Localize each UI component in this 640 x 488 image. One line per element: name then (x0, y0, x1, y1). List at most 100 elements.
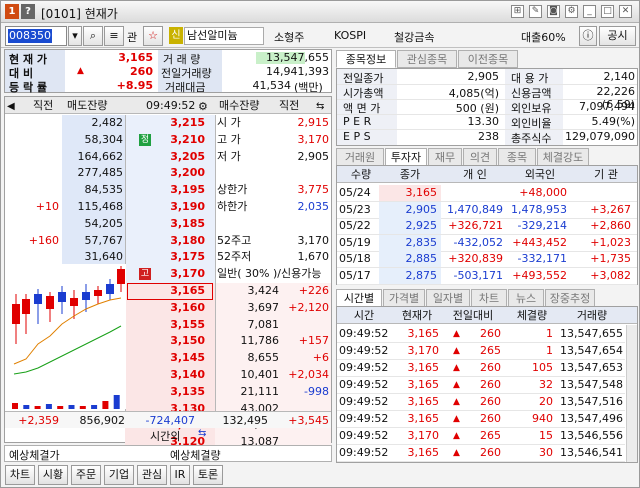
bottom-button-4[interactable]: 관심 (137, 465, 167, 485)
tab-daily-5[interactable]: 체결강도 (537, 148, 589, 166)
prev-icon[interactable]: ◀ (7, 98, 15, 115)
market-cap-class: 소형주 (274, 31, 305, 44)
bid-qty: 8,655 (247, 351, 280, 365)
settings-icon[interactable]: ⚙ (565, 5, 578, 18)
tab-tick-3[interactable]: 차트 (471, 289, 507, 307)
bid-price[interactable]: 3,140 (135, 367, 205, 383)
sell-qty-header: 매도잔량 (67, 99, 108, 112)
info-value-2: 7,097,494 (579, 100, 635, 113)
volume-bar (102, 401, 109, 409)
memo-icon[interactable]: ✎ (529, 5, 542, 18)
ask-price[interactable]: 3,185 (153, 216, 205, 232)
daily-individual: -432,052 (453, 235, 503, 249)
tick-volume: 13,547,655 (560, 327, 623, 340)
ask-change (5, 132, 59, 148)
stock-code-input[interactable]: 008350 (8, 29, 52, 43)
tab-daily-3[interactable]: 의견 (463, 148, 497, 166)
bid-change: +2,034 (288, 368, 329, 381)
maximize-icon[interactable]: □ (601, 5, 614, 18)
ask-price[interactable]: 3,170 (153, 266, 205, 282)
tab-daily-4[interactable]: 종목 (498, 148, 536, 166)
ask-change (5, 182, 59, 198)
credit-badge: 신 (169, 27, 183, 44)
ask-info-label: 52주고 (217, 233, 252, 247)
tab-daily-0[interactable]: 거래원 (336, 148, 384, 166)
total-buy-qty: 132,495 (222, 414, 269, 427)
ask-price[interactable]: 3,210 (153, 132, 205, 148)
tick-price: 3,170 (407, 344, 440, 357)
search-icon[interactable]: ⌕ (83, 26, 103, 46)
ask-qty: 115,468 (77, 200, 124, 213)
daily-foreign: +443,452 (512, 235, 567, 249)
info-value: 13.30 (467, 115, 500, 128)
ask-price[interactable]: 3,195 (153, 182, 205, 198)
star-icon[interactable]: ☆ (143, 26, 163, 46)
help-icon[interactable]: ? (21, 4, 35, 19)
bid-price[interactable]: 3,145 (135, 350, 205, 366)
bid-price[interactable]: 3,135 (135, 384, 205, 400)
ask-price[interactable]: 3,175 (153, 249, 205, 265)
gear-icon[interactable]: ⚙ (198, 98, 208, 115)
history-icon[interactable]: ≡ (104, 26, 124, 46)
after-hours-label[interactable]: 시간외 (150, 428, 180, 444)
code-dropdown-icon[interactable]: ▾ (68, 26, 82, 46)
ask-price[interactable]: 3,205 (153, 149, 205, 165)
tab-tick-1[interactable]: 가격별 (383, 289, 425, 307)
after-hours-toggle-icon[interactable]: ⇆ (198, 428, 206, 439)
daily-individual: -503,171 (453, 268, 503, 282)
tick-scrollbar[interactable] (626, 325, 637, 462)
info-icon[interactable]: ⓘ (579, 26, 597, 46)
bottom-button-5[interactable]: IR (170, 465, 190, 485)
bottom-button-6[interactable]: 토론 (193, 465, 223, 485)
bottom-button-3[interactable]: 기업 (104, 465, 134, 485)
minimize-icon[interactable]: _ (583, 5, 596, 18)
close-icon[interactable]: ✕ (619, 5, 632, 18)
link-icon[interactable]: ⊞ (511, 5, 524, 18)
tick-qty: 15 (539, 429, 553, 442)
volume-bar (23, 405, 30, 409)
ask-price[interactable]: 3,190 (153, 199, 205, 215)
ask-change (5, 149, 59, 165)
daily-foreign: 1,478,953 (511, 202, 567, 216)
ask-info-value: 2,905 (297, 149, 330, 163)
camera-icon[interactable]: ◙ (547, 5, 560, 18)
ask-qty: 31,640 (84, 250, 124, 264)
watch-label[interactable]: 관 (127, 29, 137, 45)
tick-qty: 1 (546, 327, 553, 340)
ask-price[interactable]: 3,200 (153, 165, 205, 181)
tab-tick-5[interactable]: 장중추정 (545, 289, 595, 307)
tab-tick-4[interactable]: 뉴스 (508, 289, 544, 307)
bid-price[interactable]: 3,155 (135, 317, 205, 333)
tick-volume: 13,547,516 (560, 395, 623, 408)
tab-daily-2[interactable]: 재무 (428, 148, 462, 166)
up-arrow-icon: ▲ (453, 380, 460, 390)
screen-number-badge[interactable]: 1 (5, 4, 19, 19)
bid-price[interactable]: 3,160 (135, 300, 205, 316)
tab-tick-0[interactable]: 시간별 (336, 289, 382, 307)
bottom-button-2[interactable]: 주문 (71, 465, 101, 485)
price-tag-badge: 고 (139, 268, 151, 281)
tab-tick-2[interactable]: 일자별 (426, 289, 470, 307)
tab-stock-info[interactable]: 종목정보 (336, 50, 396, 68)
daily-date: 05/18 (339, 252, 371, 265)
bottom-button-0[interactable]: 차트 (5, 465, 35, 485)
stock-name: 남선알미늄 (184, 27, 264, 45)
tab-prev-stock[interactable]: 이전종목 (458, 50, 518, 68)
bottom-button-1[interactable]: 시황 (38, 465, 68, 485)
ask-info-value (267, 165, 329, 181)
row-divider (337, 461, 625, 462)
toggle-icon[interactable]: ⇆ (316, 98, 324, 115)
disclosure-button[interactable]: 공시 (599, 26, 636, 46)
volume-bar (91, 405, 98, 409)
daily-institution: +3,267 (590, 202, 631, 216)
daily-close: 2,885 (405, 252, 438, 265)
tab-daily-1[interactable]: 투자자 (385, 148, 427, 166)
daily-institution: +1,023 (590, 235, 631, 249)
bid-change: +6 (312, 351, 329, 365)
tab-watchlist[interactable]: 관심종목 (397, 50, 457, 68)
bid-price[interactable]: 3,150 (135, 333, 205, 349)
market-index: KOSPI (334, 29, 367, 42)
ask-price[interactable]: 3,180 (153, 233, 205, 249)
current-price-box (127, 283, 213, 300)
ask-price[interactable]: 3,215 (153, 115, 205, 131)
